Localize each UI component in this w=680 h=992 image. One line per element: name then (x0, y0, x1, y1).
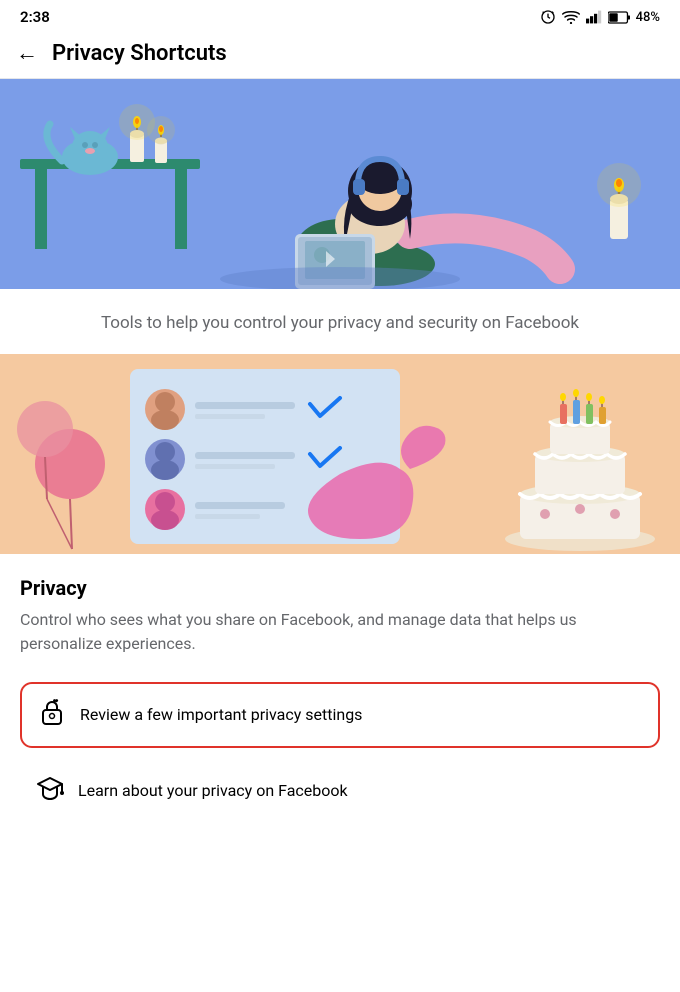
status-icons: 48% (540, 9, 660, 25)
signal-icon (586, 10, 602, 24)
privacy-title: Privacy (20, 576, 660, 600)
action-list: Review a few important privacy settings … (0, 666, 680, 850)
hero-svg (0, 79, 680, 289)
battery-percentage: 48% (636, 10, 660, 25)
subtitle-text: Tools to help you control your privacy a… (30, 311, 650, 336)
lock-heart-icon (38, 698, 66, 732)
back-button[interactable]: ← (16, 40, 38, 66)
alarm-icon (540, 9, 556, 25)
review-privacy-item[interactable]: Review a few important privacy settings (20, 682, 660, 748)
status-time: 2:38 (20, 8, 50, 26)
review-privacy-label: Review a few important privacy settings (80, 705, 362, 724)
wifi-icon (562, 10, 580, 24)
top-nav: ← Privacy Shortcuts (0, 30, 680, 79)
learn-privacy-label: Learn about your privacy on Facebook (78, 781, 348, 800)
battery-icon (608, 11, 630, 24)
status-bar: 2:38 48% (0, 0, 680, 30)
graduation-icon (36, 774, 64, 808)
learn-privacy-item[interactable]: Learn about your privacy on Facebook (20, 760, 660, 822)
privacy-description: Control who sees what you share on Faceb… (20, 608, 660, 656)
subtitle-section: Tools to help you control your privacy a… (0, 289, 680, 354)
page-title: Privacy Shortcuts (52, 41, 227, 66)
hero-illustration (0, 79, 680, 289)
second-svg (0, 354, 680, 554)
second-illustration (0, 354, 680, 554)
privacy-section: Privacy Control who sees what you share … (0, 554, 680, 666)
